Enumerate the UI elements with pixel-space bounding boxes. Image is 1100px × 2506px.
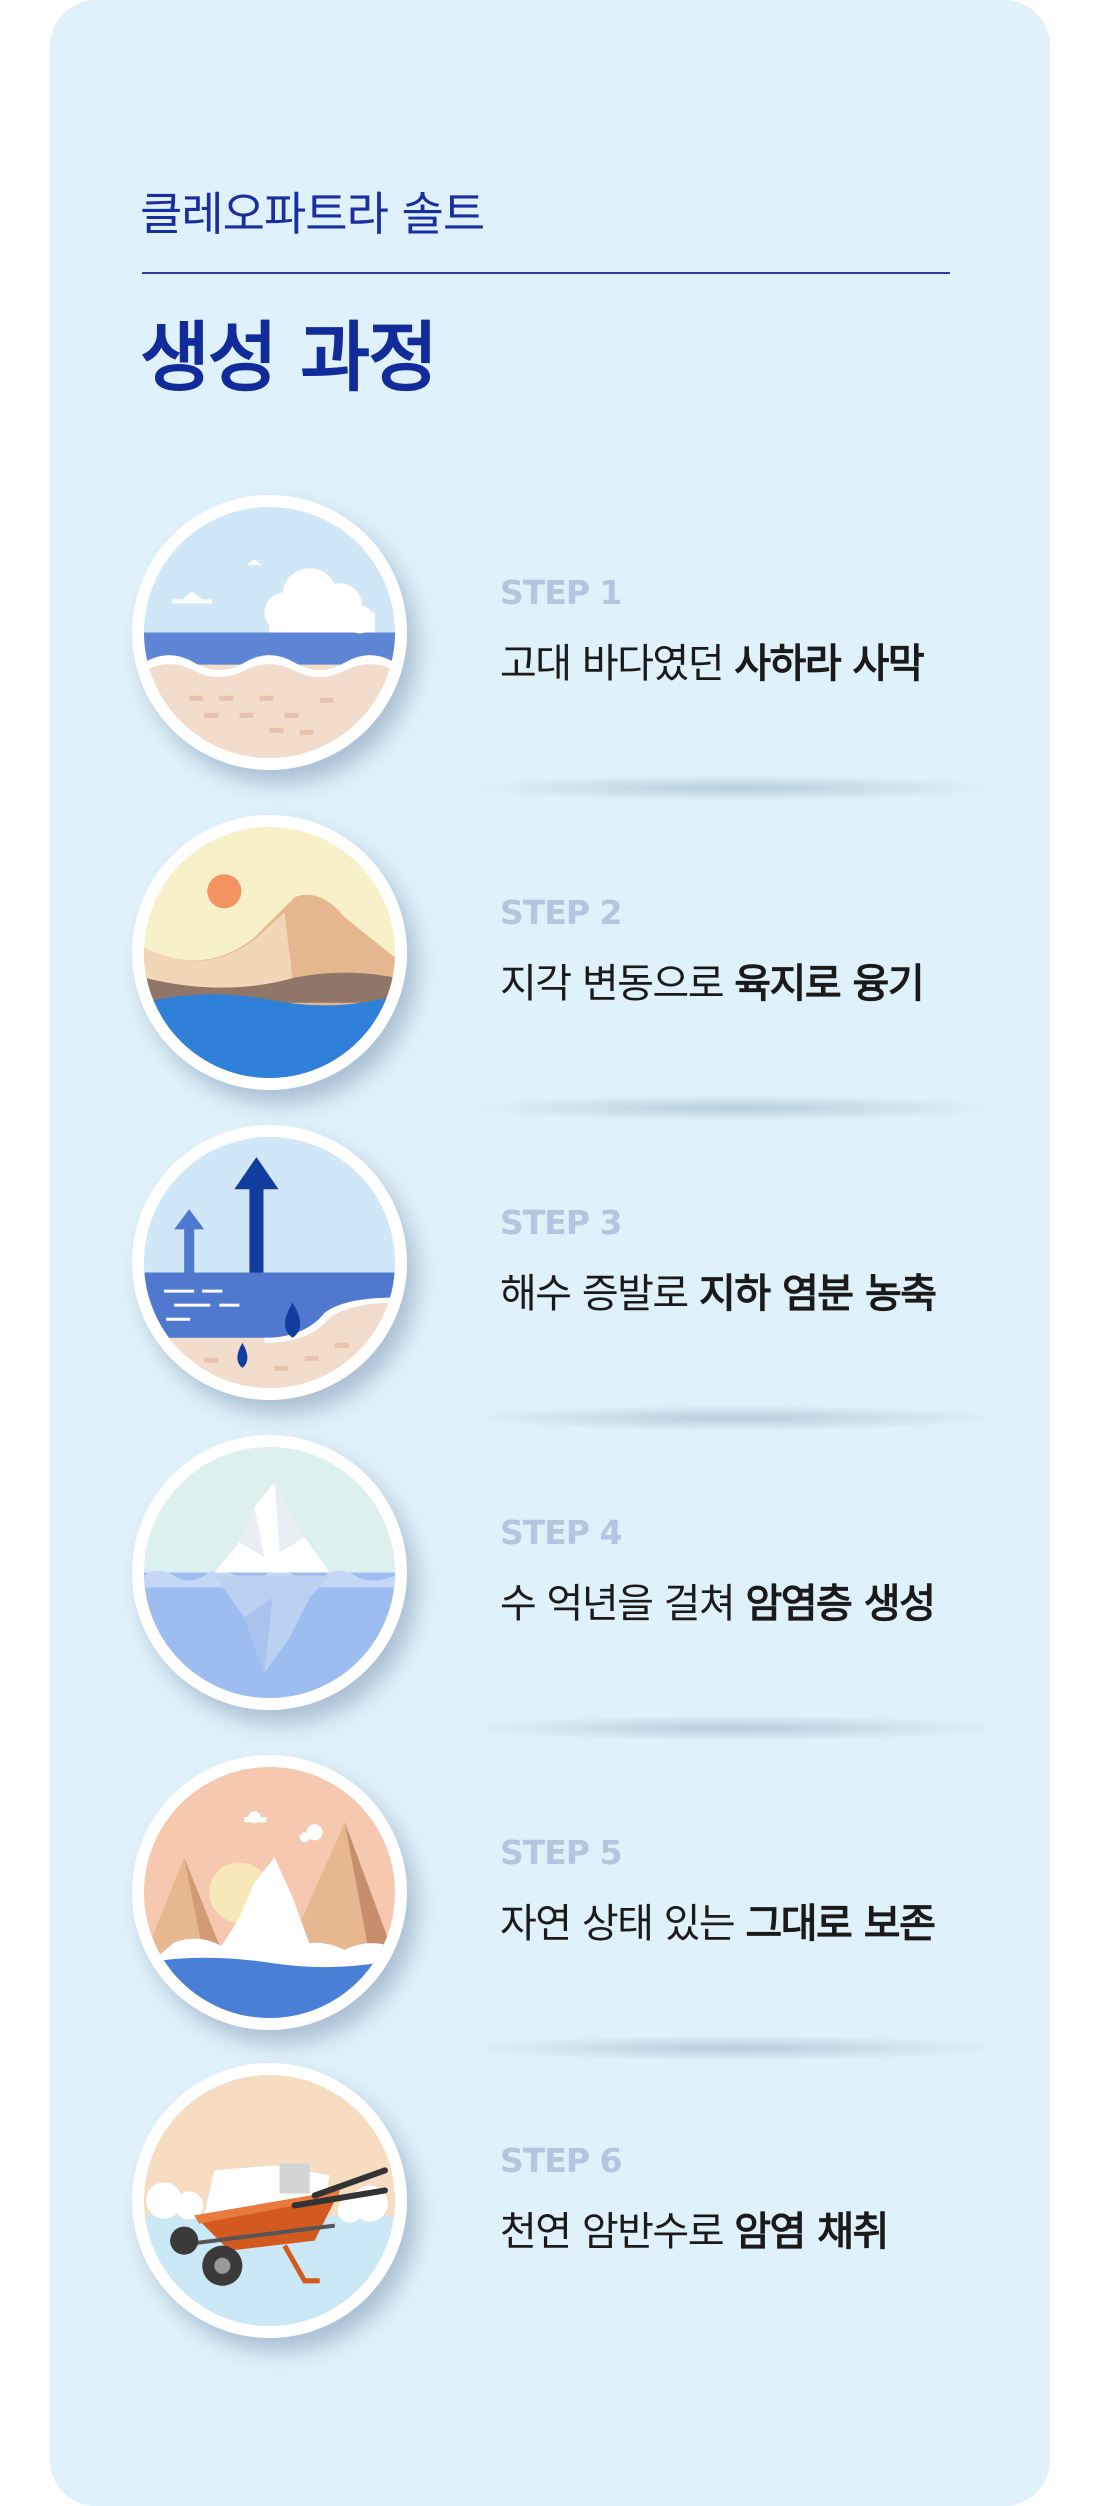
step-divider-shadow: [470, 1095, 1000, 1121]
wheelbarrow-harvest-icon: [144, 2075, 395, 2326]
salt-crystal-icon: [144, 1447, 395, 1698]
step-divider-shadow: [470, 1405, 1000, 1431]
step-divider-shadow: [470, 775, 1000, 801]
content-card: 클레오파트라 솔트 생성 과정 STEP 1 고대 바다였던 사하라 사막 ST…: [50, 0, 1050, 2506]
step-3-image: [132, 1125, 407, 1400]
step-divider-shadow: [470, 2035, 1000, 2061]
step-text-normal: 수 억년을 걸쳐: [500, 1581, 746, 1627]
step-text-normal: 지각 변동으로: [500, 961, 735, 1007]
step-text-bold: 지하 염분 농축: [698, 1271, 937, 1317]
step-label: STEP 3: [500, 1203, 622, 1242]
step-item-1: STEP 1 고대 바다였던 사하라 사막: [50, 495, 1050, 801]
step-label: STEP 4: [500, 1513, 622, 1552]
step-text-bold: 육지로 융기: [734, 961, 924, 1007]
step-text-bold: 암염층 생성: [745, 1581, 935, 1627]
step-item-5: STEP 5 자연 상태 있는 그대로 보존: [50, 1755, 1050, 2061]
steps-list: STEP 1 고대 바다였던 사하라 사막 STEP 2 지각 변동으로 육지로…: [50, 0, 1050, 2506]
step-text-normal: 고대 바다였던: [500, 641, 735, 687]
step-text-normal: 자연 상태 있는: [500, 1901, 746, 1947]
step-description: 지각 변동으로 육지로 융기: [500, 951, 925, 1009]
step-description: 고대 바다였던 사하라 사막: [500, 631, 925, 689]
step-label: STEP 2: [500, 893, 622, 932]
step-4-image: [132, 1435, 407, 1710]
sea-desert-icon: [144, 507, 395, 758]
step-text-bold: 암염 채취: [734, 2209, 889, 2255]
preserved-nature-icon: [144, 1767, 395, 2018]
step-item-3: STEP 3 해수 증발로 지하 염분 농축: [50, 1125, 1050, 1431]
step-6-image: [132, 2063, 407, 2338]
step-text-normal: 해수 증발로: [500, 1271, 699, 1317]
step-description: 해수 증발로 지하 염분 농축: [500, 1261, 937, 1319]
step-1-image: [132, 495, 407, 770]
evaporation-icon: [144, 1137, 395, 1388]
step-text-bold: 사하라 사막: [734, 641, 924, 687]
step-divider-shadow: [470, 1715, 1000, 1741]
mountain-rise-icon: [144, 827, 395, 1078]
step-label: STEP 5: [500, 1833, 622, 1872]
step-item-6: STEP 6 천연 암반수로 암염 채취: [50, 2063, 1050, 2363]
step-item-4: STEP 4 수 억년을 걸쳐 암염층 생성: [50, 1435, 1050, 1741]
step-2-image: [132, 815, 407, 1090]
step-text-normal: 천연 암반수로: [500, 2209, 735, 2255]
step-label: STEP 1: [500, 573, 622, 612]
step-description: 천연 암반수로 암염 채취: [500, 2199, 889, 2257]
step-5-image: [132, 1755, 407, 2030]
step-description: 수 억년을 걸쳐 암염층 생성: [500, 1571, 936, 1629]
step-item-2: STEP 2 지각 변동으로 육지로 융기: [50, 815, 1050, 1121]
step-text-bold: 그대로 보존: [745, 1901, 935, 1947]
step-description: 자연 상태 있는 그대로 보존: [500, 1891, 936, 1949]
step-label: STEP 6: [500, 2141, 622, 2180]
